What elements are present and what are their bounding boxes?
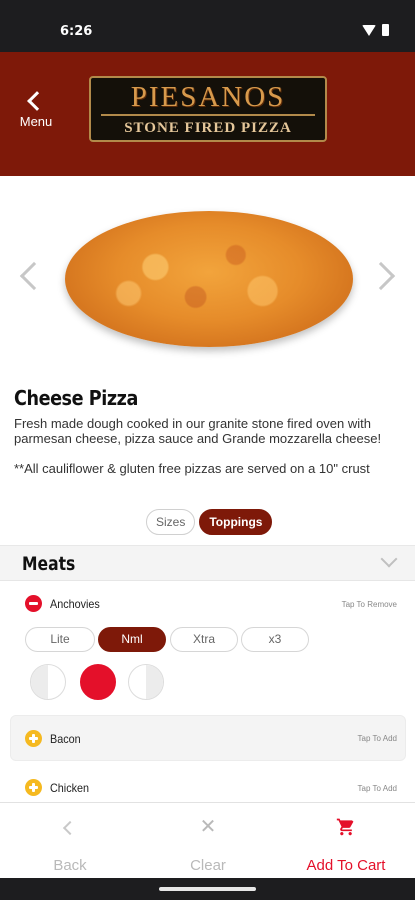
logo-main-text: PIESANOS: [130, 81, 286, 113]
topping-name-chicken[interactable]: Chicken: [50, 781, 89, 795]
item-description: Fresh made dough cooked in our granite s…: [14, 416, 382, 446]
remove-icon[interactable]: [25, 595, 42, 612]
topping-name-anchovies[interactable]: Anchovies: [50, 597, 100, 611]
image-carousel: [0, 176, 415, 376]
cart-icon: [294, 817, 398, 837]
amount-lite[interactable]: Lite: [25, 627, 95, 652]
topping-action-chicken[interactable]: Tap To Add: [358, 784, 397, 793]
cheese-pizza-image: [65, 211, 353, 347]
whole-placement-icon[interactable]: [80, 664, 116, 700]
chevron-right-icon[interactable]: [366, 261, 396, 291]
piesanos-logo: PIESANOS STONE FIRED PIZZA: [89, 76, 327, 142]
bottom-action-bar: Back ✕ Clear Add To Cart: [0, 802, 415, 878]
amount-x3[interactable]: x3: [241, 627, 309, 652]
chevron-left-icon: [27, 91, 47, 111]
segment-control: Sizes Toppings: [146, 509, 273, 535]
add-to-cart-button[interactable]: Add To Cart: [294, 803, 398, 879]
tab-toppings[interactable]: Toppings: [199, 509, 273, 535]
item-title: Cheese Pizza: [14, 386, 138, 410]
amount-nml[interactable]: Nml: [98, 627, 166, 652]
status-bar: 6:26: [0, 0, 415, 52]
add-icon[interactable]: [25, 779, 42, 796]
tab-sizes[interactable]: Sizes: [146, 509, 196, 535]
status-icons: [362, 24, 389, 36]
status-time: 6:26: [60, 24, 93, 39]
topping-name-bacon[interactable]: Bacon: [50, 732, 81, 746]
section-title: Meats: [22, 553, 76, 575]
section-header-meats[interactable]: Meats: [0, 545, 415, 581]
topping-action-anchovies[interactable]: Tap To Remove: [342, 600, 397, 609]
amount-xtra[interactable]: Xtra: [170, 627, 238, 652]
topping-action-bacon[interactable]: Tap To Add: [358, 734, 397, 743]
chevron-left-icon[interactable]: [19, 261, 49, 291]
chevron-left-icon: [30, 817, 110, 837]
back-menu-label: Menu: [19, 114, 53, 129]
clear-label: Clear: [190, 857, 226, 874]
right-half-placement-icon[interactable]: [128, 664, 164, 700]
add-to-cart-label: Add To Cart: [306, 857, 386, 874]
back-button[interactable]: Back: [30, 803, 110, 879]
logo-sub-text: STONE FIRED PIZZA: [124, 120, 292, 136]
app-header: Menu PIESANOS STONE FIRED PIZZA: [0, 52, 415, 176]
logo-divider: [101, 114, 315, 116]
back-label: Back: [53, 857, 87, 874]
home-indicator[interactable]: [159, 887, 256, 891]
close-icon: ✕: [199, 816, 217, 838]
wifi-icon: [362, 24, 376, 36]
clear-button[interactable]: ✕ Clear: [168, 803, 248, 879]
system-nav-bar: [0, 878, 415, 900]
battery-icon: [382, 24, 389, 36]
add-icon[interactable]: [25, 730, 42, 747]
item-description-block: Fresh made dough cooked in our granite s…: [14, 416, 394, 491]
chevron-down-icon: [380, 550, 398, 568]
item-note: **All cauliflower & gluten free pizzas a…: [14, 461, 370, 476]
back-to-menu-button[interactable]: Menu: [14, 91, 58, 129]
left-half-placement-icon[interactable]: [30, 664, 66, 700]
